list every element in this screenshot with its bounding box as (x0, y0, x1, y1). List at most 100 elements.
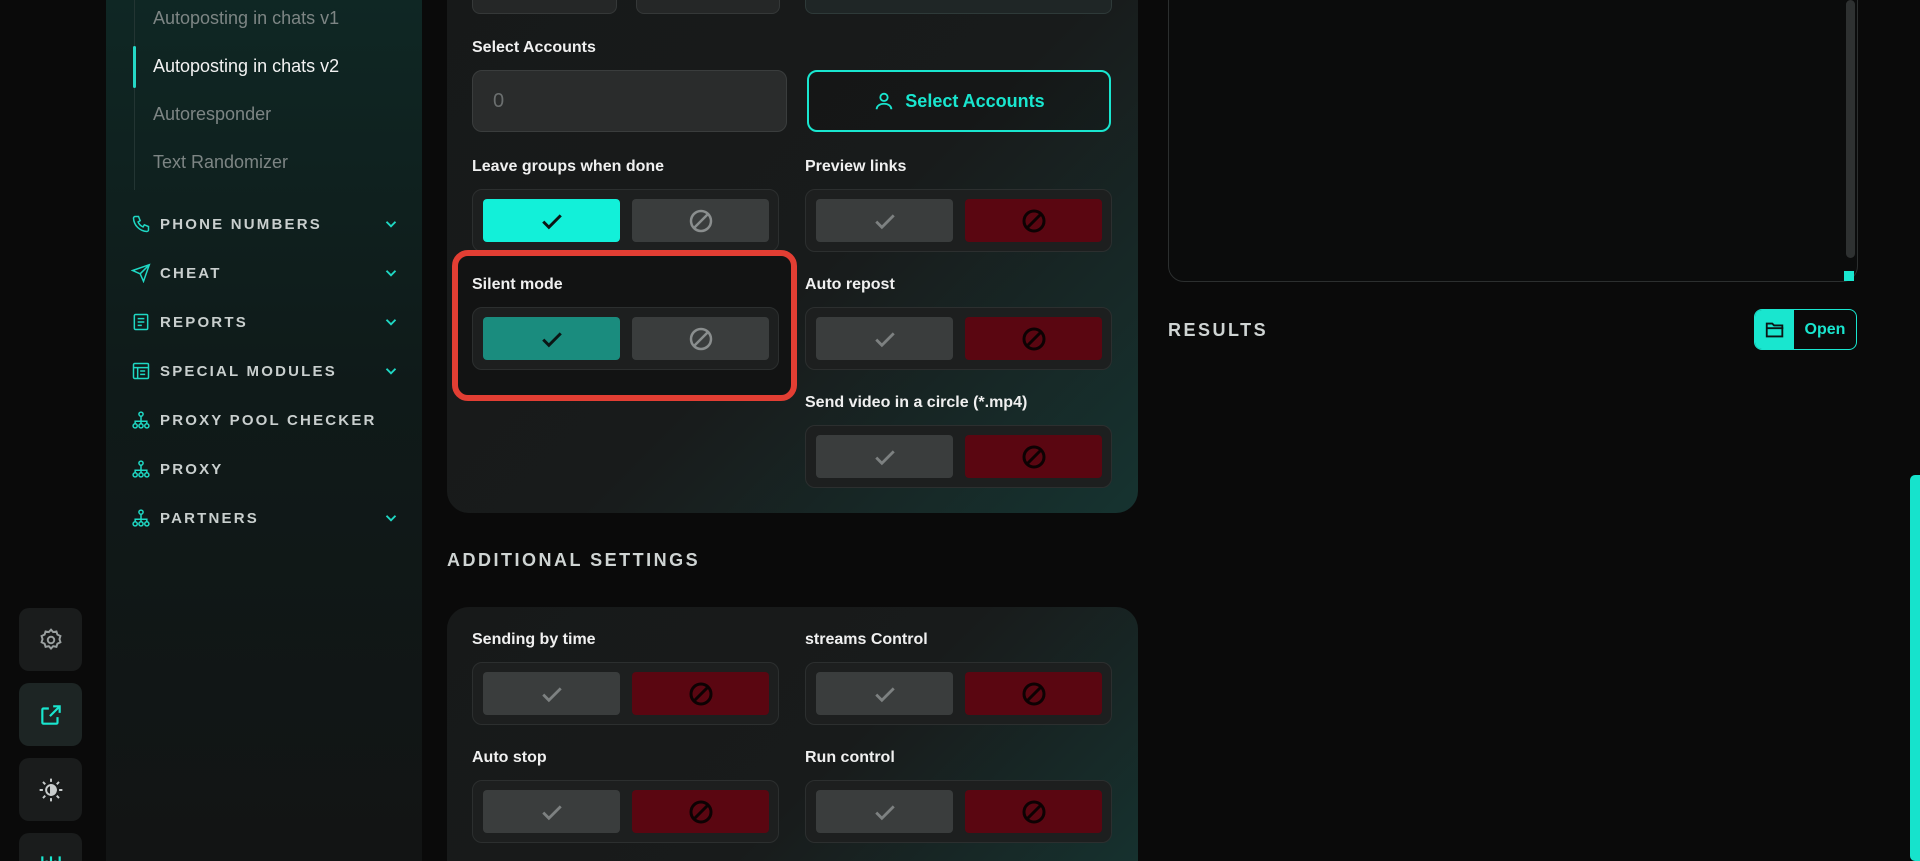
page-scrollbar[interactable] (1910, 475, 1920, 861)
chevron-down-icon (385, 368, 397, 375)
sending-by-time-no-button[interactable] (632, 672, 769, 715)
ban-icon (1022, 327, 1045, 350)
network-icon (130, 507, 152, 529)
sidebar-item-label: PHONE NUMBERS (160, 215, 322, 233)
check-icon (541, 686, 562, 702)
open-button-label: Open (1804, 320, 1846, 338)
leave-groups-toggle (472, 189, 779, 252)
ban-icon (1022, 209, 1045, 232)
theme-toggle-button[interactable] (19, 758, 82, 821)
silent-mode-no-button[interactable] (632, 317, 769, 360)
ban-icon (689, 209, 712, 232)
auto-stop-toggle (472, 780, 779, 843)
run-control-toggle (805, 780, 1112, 843)
sidebar-subitem-autoresponder[interactable]: Autoresponder (153, 104, 271, 125)
streams-control-no-button[interactable] (965, 672, 1102, 715)
sending-by-time-toggle (472, 662, 779, 725)
message-textarea[interactable] (1168, 0, 1858, 282)
streams-control-toggle (805, 662, 1112, 725)
sidebar-item-special-modules[interactable]: SPECIAL MODULES (130, 358, 400, 384)
chevron-down-icon (385, 515, 397, 522)
select-accounts-button-label: Select Accounts (905, 90, 1045, 111)
ban-icon (1022, 800, 1045, 823)
app-window: Autoposting in chats v1 Autoposting in c… (0, 0, 1920, 861)
select-accounts-label: Select Accounts (472, 39, 596, 56)
select-accounts-button[interactable]: Select Accounts (807, 70, 1111, 132)
theme-icon (39, 778, 62, 801)
send-video-circle-label: Send video in a circle (*.mp4) (805, 394, 1028, 411)
sidebar-item-label: CHEAT (160, 264, 222, 282)
silent-mode-label: Silent mode (472, 276, 563, 293)
preview-links-yes-button[interactable] (816, 199, 953, 242)
check-icon (874, 331, 895, 347)
check-icon (541, 804, 562, 820)
silent-mode-yes-button[interactable] (483, 317, 620, 360)
check-icon (541, 213, 562, 229)
preview-links-no-button[interactable] (965, 199, 1102, 242)
sidebar-subitem-text-randomizer[interactable]: Text Randomizer (153, 152, 288, 173)
phone-icon (130, 213, 152, 235)
sidebar-subitem-autoposting-v1[interactable]: Autoposting in chats v1 (153, 8, 339, 29)
run-control-yes-button[interactable] (816, 790, 953, 833)
sidebar-item-label: PARTNERS (160, 509, 259, 527)
silent-mode-toggle (472, 307, 779, 370)
top-field-1[interactable] (472, 0, 617, 14)
auto-repost-toggle (805, 307, 1112, 370)
send-video-circle-toggle (805, 425, 1112, 488)
auto-repost-no-button[interactable] (965, 317, 1102, 360)
textarea-scrollbar[interactable] (1846, 0, 1855, 258)
ban-icon (689, 327, 712, 350)
sidebar-item-proxy-pool-checker[interactable]: PROXY POOL CHECKER (130, 407, 400, 433)
auto-stop-yes-button[interactable] (483, 790, 620, 833)
auto-stop-no-button[interactable] (632, 790, 769, 833)
sending-by-time-yes-button[interactable] (483, 672, 620, 715)
open-results-button[interactable]: Open (1754, 309, 1857, 350)
logo-button[interactable] (19, 833, 82, 861)
modules-icon (130, 360, 152, 382)
network-icon (130, 409, 152, 431)
send-video-circle-yes-button[interactable] (816, 435, 953, 478)
ban-icon (1022, 445, 1045, 468)
gear-icon (39, 627, 62, 650)
submenu-guide-line (134, 0, 135, 190)
auto-repost-yes-button[interactable] (816, 317, 953, 360)
textarea-resize-handle[interactable] (1844, 271, 1854, 281)
leave-groups-yes-button[interactable] (483, 199, 620, 242)
top-field-2[interactable] (636, 0, 780, 14)
document-icon (130, 311, 152, 333)
streams-control-yes-button[interactable] (816, 672, 953, 715)
logo-icon (40, 855, 61, 861)
check-icon (874, 686, 895, 702)
accounts-count-input[interactable]: 0 (472, 70, 787, 132)
external-link-button[interactable] (19, 683, 82, 746)
sidebar-item-phone-numbers[interactable]: PHONE NUMBERS (130, 211, 400, 237)
ban-icon (689, 800, 712, 823)
sidebar-item-label: SPECIAL MODULES (160, 362, 337, 380)
leave-groups-label: Leave groups when done (472, 158, 665, 175)
sidebar-item-partners[interactable]: PARTNERS (130, 505, 400, 531)
auto-stop-label: Auto stop (472, 749, 547, 766)
ban-icon (689, 682, 712, 705)
check-icon (874, 213, 895, 229)
chevron-down-icon (385, 270, 397, 277)
settings-button[interactable] (19, 608, 82, 671)
sidebar-item-cheat[interactable]: CHEAT (130, 260, 400, 286)
send-video-circle-no-button[interactable] (965, 435, 1102, 478)
sidebar-subitem-autoposting-v2[interactable]: Autoposting in chats v2 (153, 56, 339, 77)
top-field-3[interactable] (805, 0, 1112, 14)
ban-icon (1022, 682, 1045, 705)
leave-groups-no-button[interactable] (632, 199, 769, 242)
external-link-icon (40, 704, 61, 725)
sending-by-time-label: Sending by time (472, 631, 596, 648)
sidebar-item-reports[interactable]: REPORTS (130, 309, 400, 335)
preview-links-label: Preview links (805, 158, 907, 175)
chevron-down-icon (385, 221, 397, 228)
streams-control-label: streams Control (805, 631, 928, 648)
sidebar-item-proxy[interactable]: PROXY (130, 456, 400, 482)
run-control-label: Run control (805, 749, 895, 766)
run-control-no-button[interactable] (965, 790, 1102, 833)
check-icon (541, 331, 562, 347)
user-icon (876, 92, 893, 110)
additional-settings-title: ADDITIONAL SETTINGS (447, 550, 701, 570)
sidebar-item-label: PROXY (160, 460, 224, 478)
